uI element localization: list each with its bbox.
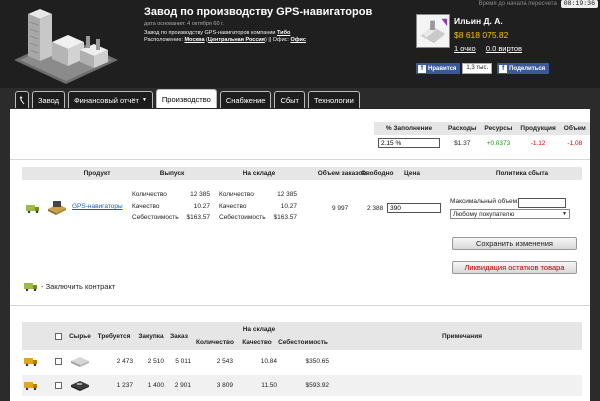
user-panel: Ильин Д. А. $8 618 075.82 1 очко 0.0 вир…	[416, 14, 596, 56]
fill-percent-input[interactable]	[378, 138, 440, 148]
tab-finance[interactable]: Финансовый отчёт ▼	[67, 91, 153, 108]
product-table-header: Продукт Выпуск На складе Объем заказов С…	[22, 167, 582, 180]
factory-info: Завод по производству GPS-навигаторов да…	[144, 6, 372, 43]
user-name[interactable]: Ильин Д. А.	[454, 16, 503, 26]
location-line: Расположение: Москва (Центральная Россия…	[144, 37, 306, 43]
header-sales-policy: Политика сбыта	[495, 170, 549, 177]
header-warehouse: На складе	[242, 326, 276, 333]
row-checkbox[interactable]	[55, 358, 62, 365]
header-raw: Сырье	[69, 333, 91, 340]
header-order: Заказ	[170, 333, 188, 340]
divider	[10, 159, 590, 160]
divider	[10, 305, 590, 306]
header-cost: Себестоимость	[278, 339, 328, 346]
chevron-down-icon: ▼	[562, 211, 567, 217]
user-stats: 1 очко 0.0 виртов	[454, 44, 530, 53]
region-link[interactable]: Центральная Россия	[208, 37, 265, 43]
save-changes-button[interactable]: Сохранить изменения	[452, 237, 577, 250]
header-notes: Примечания	[441, 333, 482, 340]
gps-navigator-product-icon	[48, 201, 66, 215]
user-money: $8 618 075.82	[454, 30, 509, 40]
timer: 08:19:36	[560, 0, 598, 8]
contract-section: - Заключить контракт	[24, 282, 115, 291]
office-link[interactable]: Офис	[290, 37, 306, 43]
company-link[interactable]: Тибо	[277, 30, 290, 36]
product-link[interactable]: GPS-навигаторы	[72, 203, 123, 210]
share-button[interactable]: f Поделиться	[497, 63, 550, 74]
points-link[interactable]: 1 очко	[454, 44, 476, 53]
facebook-icon: f	[499, 64, 508, 73]
output-details: Количество 12 385 Качество 10.27 Себестоим…	[132, 191, 210, 222]
tab-bar: Завод Финансовый отчёт ▼ Производство Сн…	[15, 89, 360, 108]
header-output: Выпуск	[159, 170, 185, 177]
free-volume: 2 388	[367, 205, 384, 212]
timer-label: Время до начала пересчета	[478, 1, 557, 7]
delivery-truck-icon[interactable]	[24, 381, 38, 390]
founded-date: дата основания: 4 октября 60 г.	[144, 21, 224, 27]
production-value: -1.12	[530, 139, 546, 147]
factory-image	[14, 9, 118, 84]
truck-icon[interactable]	[24, 282, 38, 291]
max-volume-input[interactable]	[518, 198, 566, 208]
tab-technology[interactable]: Технологии	[308, 91, 360, 108]
orders-volume: 9 997	[332, 205, 349, 212]
raw-material-plastic-icon	[71, 357, 89, 367]
header-required: Требуется	[97, 333, 131, 340]
sales-policy-select[interactable]: Любому покупателю ▼	[450, 209, 570, 219]
tab-supply[interactable]: Снабжение	[219, 91, 272, 108]
price-input[interactable]	[387, 203, 441, 213]
tab-factory[interactable]: Завод	[32, 91, 65, 108]
liquidate-stock-button[interactable]: Ликвидация остатков товара	[452, 261, 577, 274]
raw-material-electronics-icon	[71, 381, 89, 391]
row-checkbox[interactable]	[55, 382, 62, 389]
stats-header-volume: Объем	[559, 122, 590, 135]
header-product: Продукт	[83, 170, 111, 177]
supply-table-header: Сырье Требуется Закупка Заказ На складе …	[22, 322, 582, 350]
dropdown-arrow-icon: ▼	[141, 97, 147, 103]
city-link[interactable]: Москва	[184, 37, 204, 43]
header-quality: Качество	[242, 339, 272, 346]
virts-link[interactable]: 0.0 виртов	[486, 44, 522, 53]
warehouse-details: Количество 12 385 Качество 10.27 Себестоим…	[219, 191, 297, 222]
contract-label: - Заключить контракт	[41, 282, 116, 291]
back-arrow-icon	[19, 95, 24, 104]
like-button[interactable]: f Нравится	[416, 63, 461, 74]
recalc-timer-strip: Время до начала пересчета 08:19:36	[479, 0, 598, 8]
table-row: 1 237 1 400 2 901 3 809 11.50 $593.92	[22, 375, 582, 396]
table-row: 2 473 2 510 5 011 2 543 10.84 $350.65	[22, 351, 582, 372]
like-count: 1,3 тыс.	[462, 63, 493, 74]
header-warehouse: На складе	[242, 170, 276, 177]
stats-header-fill: % Заполнение	[374, 122, 444, 135]
stats-header-resources: Ресурсы	[480, 122, 517, 135]
max-volume-label: Максимальный объем:	[450, 198, 519, 205]
truck-icon[interactable]	[26, 204, 40, 213]
main-panel: % Заполнение Расходы Ресурсы Продукция О…	[10, 109, 590, 401]
stats-header-production: Продукция	[516, 122, 560, 135]
stats-header-expenses: Расходы	[444, 122, 481, 135]
facebook-icon: f	[418, 64, 426, 73]
volume-value: -1.08	[567, 139, 583, 147]
resources-value: +0.0373	[486, 139, 511, 147]
social-buttons: f Нравится 1,3 тыс. f Поделиться	[416, 62, 550, 75]
expenses-value: $1.37	[454, 139, 471, 147]
stats-table: % Заполнение Расходы Ресурсы Продукция О…	[374, 122, 590, 151]
tab-production[interactable]: Производство	[155, 89, 217, 108]
tab-sales[interactable]: Сбыт	[274, 91, 305, 108]
avatar[interactable]	[416, 14, 450, 48]
select-all-checkbox[interactable]	[55, 333, 62, 340]
header-qty: Количество	[196, 339, 234, 346]
company-line: Завод по производству GPS-навигаторов ко…	[144, 30, 291, 36]
header-price: Цена	[404, 170, 420, 177]
header-purchase: Закупка	[138, 333, 164, 340]
page-title: Завод по производству GPS-навигаторов	[144, 6, 373, 18]
page-header: Время до начала пересчета 08:19:36 Завод…	[0, 0, 600, 88]
tab-back[interactable]	[15, 91, 29, 108]
delivery-truck-icon[interactable]	[24, 357, 38, 366]
